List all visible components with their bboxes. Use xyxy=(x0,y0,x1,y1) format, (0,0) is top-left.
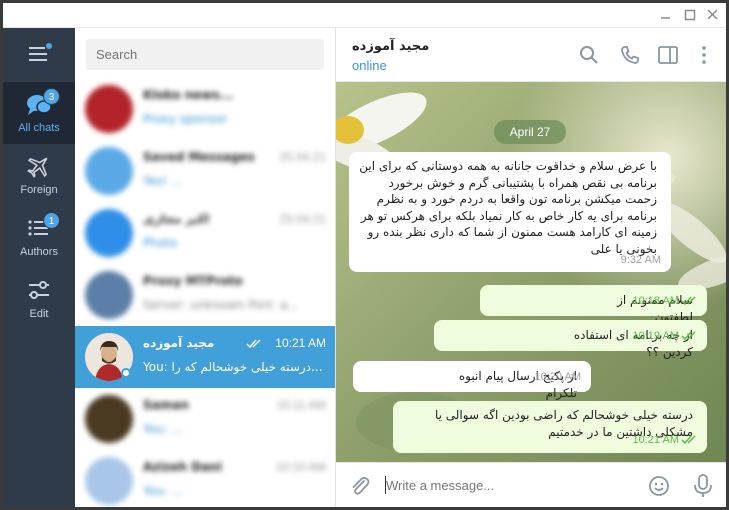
double-check-icon xyxy=(681,435,696,445)
folder-authors[interactable]: 1 Authors xyxy=(3,206,75,268)
main-menu-button[interactable] xyxy=(3,28,75,80)
phone-icon[interactable] xyxy=(619,44,641,66)
chat-time: 25.04.21 xyxy=(279,212,326,226)
search-icon[interactable] xyxy=(578,44,600,66)
folders-sidebar: 3 All chats Foreign 1 Authors Edit xyxy=(3,28,75,507)
search-input[interactable] xyxy=(86,39,324,70)
folder-badge: 3 xyxy=(43,88,60,105)
chat-name: Proxy MTProto xyxy=(143,274,243,288)
maximize-icon[interactable] xyxy=(682,7,698,23)
chat-preview: Photo xyxy=(143,236,178,250)
message-bubble-incoming[interactable]: از پکیج ارسال پیام انبوه تلکرام 10:20 AM xyxy=(353,361,591,400)
chat-preview: Proxy sponsor xyxy=(143,112,228,126)
minimize-icon[interactable] xyxy=(658,7,674,23)
microphone-icon[interactable] xyxy=(691,473,715,499)
chat-name: Saman xyxy=(143,398,189,412)
chat-list-item[interactable]: Kloko news... Proxy sponsor xyxy=(75,78,335,140)
sliders-icon xyxy=(29,281,49,299)
close-icon[interactable] xyxy=(705,7,721,23)
message-time: 10:20 AM xyxy=(534,370,581,383)
chat-preview: You: ... xyxy=(143,484,183,498)
folder-label: Foreign xyxy=(20,184,58,196)
chat-preview: You: ... xyxy=(143,422,183,436)
chat-preview: Yes! ... xyxy=(143,174,183,188)
avatar xyxy=(85,147,133,195)
chat-preview: Server: unknown Port: a... xyxy=(143,298,299,312)
message-bubble-outgoing[interactable]: درسته خیلی خوشحالم که راضی بودین اگه سوا… xyxy=(393,401,707,453)
avatar xyxy=(85,457,133,505)
chat-time: 10:11 AM xyxy=(276,398,326,412)
chat-list-item[interactable]: Azizeh Dani 10:10 AM You: ... xyxy=(75,450,335,507)
message-time: 10:18 AM xyxy=(632,294,679,307)
message-input[interactable] xyxy=(386,473,636,497)
chat-title[interactable]: مجید آموزده xyxy=(352,39,429,54)
avatar xyxy=(85,85,133,133)
telegram-window: 3 All chats Foreign 1 Authors Edit Searc… xyxy=(0,0,729,510)
date-separator: April 27 xyxy=(494,120,566,144)
message-time: 10:19 AM xyxy=(632,329,679,342)
chat-list-item[interactable]: اکبر مجازی 25.04.21 Photo xyxy=(75,202,335,264)
message-time: 9:32 AM xyxy=(620,253,661,266)
chat-list-item[interactable]: Saman 10:11 AM You: ... xyxy=(75,388,335,450)
chat-list-item[interactable]: Proxy MTProto Server: unknown Port: a... xyxy=(75,264,335,326)
chat-name: Saved Messages xyxy=(143,150,255,164)
more-options-icon[interactable] xyxy=(693,44,715,66)
chat-header: مجید آموزده online xyxy=(336,28,726,82)
chat-list-item-active[interactable]: مجید آموزده 10:21 AM You: درسته خیلی خوش… xyxy=(75,326,335,388)
emoji-icon[interactable] xyxy=(647,474,671,498)
chat-status: online xyxy=(352,58,387,73)
hamburger-icon[interactable] xyxy=(3,28,75,80)
folder-foreign[interactable]: Foreign xyxy=(3,144,75,206)
chat-list-item[interactable]: Saved Messages 25.04.21 Yes! ... xyxy=(75,140,335,202)
message-composer xyxy=(336,462,726,507)
title-bar xyxy=(3,3,726,28)
double-check-icon xyxy=(681,331,696,341)
avatar xyxy=(85,209,133,257)
online-indicator xyxy=(121,368,131,378)
folder-label: Edit xyxy=(29,308,49,320)
message-bubble-outgoing[interactable]: سلام ممنونم از لطفتون 10:18 AM xyxy=(480,285,707,324)
message-time: 10:21 AM xyxy=(632,433,679,446)
chat-name: Azizeh Dani xyxy=(143,460,222,474)
sidebar-toggle-icon[interactable] xyxy=(657,44,679,66)
chat-name: Kloko news... xyxy=(143,88,234,102)
double-check-icon xyxy=(246,339,261,349)
folder-badge: 1 xyxy=(43,212,60,229)
double-check-icon xyxy=(681,296,696,306)
folder-edit[interactable]: Edit xyxy=(3,268,75,330)
folder-label: Authors xyxy=(20,246,58,258)
chat-name: مجید آموزده xyxy=(143,336,215,350)
chat-name: اکبر مجازی xyxy=(143,212,210,226)
chat-time: 25.04.21 xyxy=(279,150,326,164)
airplane-icon xyxy=(27,157,48,178)
message-text: با عرض سلام و خداقوت جانانه به همه دوستا… xyxy=(359,159,657,256)
avatar xyxy=(85,395,133,443)
folder-label: All chats xyxy=(18,122,60,134)
chat-list-panel: Kloko news... Proxy sponsor Saved Messag… xyxy=(75,28,336,507)
folder-all-chats[interactable]: 3 All chats xyxy=(3,82,75,144)
chat-preview: You: درسته خیلی خوشحالم که را... xyxy=(143,360,323,374)
conversation-panel: مجید آموزده online April 27 با عرض سلام … xyxy=(336,28,726,507)
message-bubble-incoming[interactable]: با عرض سلام و خداقوت جانانه به همه دوستا… xyxy=(349,152,671,272)
message-bubble-outgoing[interactable]: از چه برنامه ای استفاده کردین ؟؟ 10:19 A… xyxy=(434,320,707,359)
chat-time: 10:10 AM xyxy=(275,460,326,474)
attach-icon[interactable] xyxy=(348,474,372,498)
avatar xyxy=(85,271,133,319)
chat-time: 10:21 AM xyxy=(275,336,326,350)
